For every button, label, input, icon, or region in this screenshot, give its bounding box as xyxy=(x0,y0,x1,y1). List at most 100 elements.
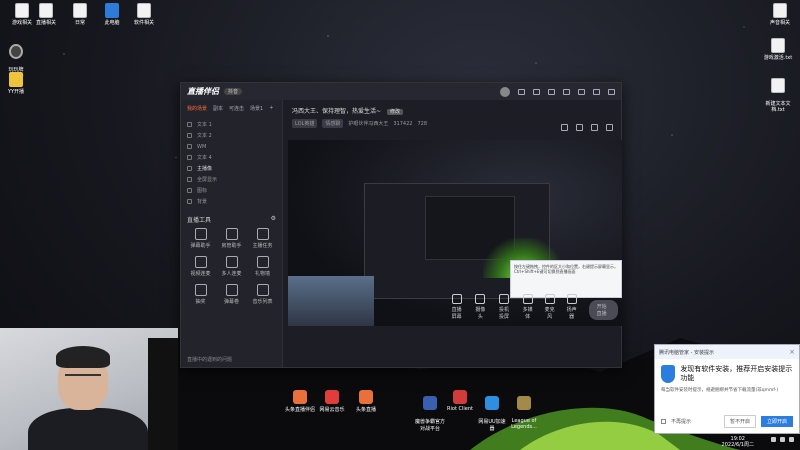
edit-title-button[interactable]: 修改 xyxy=(386,109,403,115)
enable-button[interactable]: 立即开启 xyxy=(760,416,793,427)
tab-scene1[interactable]: 场景1 xyxy=(250,105,263,112)
control-label: 多媒体 xyxy=(522,307,533,320)
record-icon[interactable] xyxy=(576,124,583,131)
eye-icon[interactable] xyxy=(187,133,192,138)
network-icon[interactable] xyxy=(771,437,776,442)
share-icon[interactable] xyxy=(606,124,613,131)
taskbar-app-toutiao-companion[interactable]: 头条直播伴侣 xyxy=(284,390,316,420)
later-button[interactable]: 暂不开启 xyxy=(723,415,756,428)
tool-gift-wall[interactable]: 礼物墙 xyxy=(247,256,278,277)
eye-icon[interactable] xyxy=(187,166,192,171)
start-live-button[interactable]: 开始直播 xyxy=(588,300,618,320)
checkbox-label: 不再提示 xyxy=(671,419,692,425)
desktop-icon-sound[interactable]: 声音相关 xyxy=(760,3,800,26)
list-item[interactable]: WM xyxy=(187,141,276,152)
category-chip[interactable]: LOL英雄 xyxy=(292,119,318,128)
control-label: 扬声器 xyxy=(566,307,577,320)
lock-icon[interactable] xyxy=(591,124,598,131)
dont-remind-checkbox[interactable] xyxy=(661,419,666,424)
tool-video-link[interactable]: 视频连麦 xyxy=(185,256,216,277)
stream-preview[interactable]: 按住左键拖拽，控件的区大小和位置，右键提示屏幕显示，Ctrl+Shift+E键可… xyxy=(288,140,622,326)
gaming-chair xyxy=(148,338,178,450)
speaker-button[interactable]: 扬声器 xyxy=(566,294,577,320)
eye-icon[interactable] xyxy=(187,199,192,204)
viewer-count: 317422 xyxy=(393,120,413,127)
tool-danmaku-helper[interactable]: 弹幕助手 xyxy=(185,228,216,249)
source-label: 图标 xyxy=(197,188,208,194)
eye-icon[interactable] xyxy=(187,144,192,149)
user-avatar[interactable] xyxy=(500,86,510,97)
room-owner: 护眼伙伴冯西大王 xyxy=(348,121,389,127)
message-icon[interactable] xyxy=(518,88,525,95)
app-label: 头条直播 xyxy=(355,407,376,413)
tool-label: 多人连麦 xyxy=(221,271,242,277)
tools-settings-icon[interactable]: ⚙ xyxy=(271,215,276,224)
platform-badge[interactable]: 抖音 xyxy=(224,88,243,95)
list-item[interactable]: 背景 xyxy=(187,196,276,207)
list-item[interactable]: 文本 1 xyxy=(187,119,276,130)
screenshot-icon[interactable] xyxy=(561,124,568,131)
desktop-icon-yy[interactable]: YY开播 xyxy=(0,72,36,95)
volume-icon[interactable] xyxy=(780,437,785,442)
tool-danmaku-roll[interactable]: 弹幕卷 xyxy=(216,284,247,305)
settings-icon[interactable] xyxy=(533,88,540,95)
control-label: 麦克风 xyxy=(544,307,555,320)
tool-room-admin[interactable]: 房管助手 xyxy=(216,228,247,249)
tool-lottery[interactable]: 抽奖 xyxy=(185,284,216,305)
taskbar-app-riot[interactable]: Riot Client xyxy=(444,390,476,420)
notification-icon[interactable] xyxy=(789,437,794,442)
clock-date: 2022/6/1周二 xyxy=(721,442,754,448)
taskbar-app-toutiao-live[interactable]: 头条直播 xyxy=(350,390,382,420)
desktop-icon-new-txt[interactable]: 新建文本文 档.txt xyxy=(758,72,798,113)
list-item[interactable]: 全屏显示 xyxy=(187,174,276,185)
screen-capture-button[interactable]: 直播屏幕 xyxy=(450,294,463,320)
dialog-description: 每当软件安装时提示，规避捆绑并节省下载流量(非qmmf-) xyxy=(661,388,779,393)
help-icon[interactable] xyxy=(548,88,555,95)
taskbar-app-uu[interactable]: 网易UU加速 器 xyxy=(476,390,508,432)
monitor-icon xyxy=(451,294,462,304)
taskbar-app-lol[interactable]: League of Legends... xyxy=(506,390,542,430)
app-label: League of Legends... xyxy=(511,418,537,430)
desktop-icon-activation-txt[interactable]: 游戏激活.txt xyxy=(758,38,798,61)
media-button[interactable]: 多媒体 xyxy=(522,294,533,320)
minimize-icon[interactable] xyxy=(578,88,585,95)
tool-multi-link[interactable]: 多人连麦 xyxy=(216,256,247,277)
eye-icon[interactable] xyxy=(187,122,192,127)
tool-label: 弹幕助手 xyxy=(190,243,211,249)
tools-title: 直播工具 xyxy=(187,217,212,224)
dialog-title: 腾讯电脑管家 - 安装提示 xyxy=(659,349,714,356)
microphone-button[interactable]: 麦克风 xyxy=(544,294,555,320)
maximize-icon[interactable] xyxy=(593,88,600,95)
source-label: 文本 2 xyxy=(197,133,212,139)
close-icon[interactable] xyxy=(608,88,615,95)
desktop-icon-label: 软件相关 xyxy=(133,20,154,26)
list-item[interactable]: 文本 4 xyxy=(187,152,276,163)
desktop-icon-label: YY开播 xyxy=(7,89,25,95)
window-titlebar[interactable]: 直播伴侣 抖音 xyxy=(181,83,621,100)
list-item[interactable]: 主播像 xyxy=(187,163,276,174)
camera-button[interactable]: 摄像头 xyxy=(475,294,485,320)
eye-icon[interactable] xyxy=(187,177,192,182)
dialog-footer: 不再提示 暂不开启 立即开启 xyxy=(661,415,793,428)
taskbar-app-netease-music[interactable]: 网易云音乐 xyxy=(316,390,348,420)
tool-anchor-task[interactable]: 主播任务 xyxy=(247,228,278,249)
desktop-icon-software[interactable]: 软件相关 xyxy=(124,3,164,26)
menu-icon[interactable] xyxy=(563,88,570,95)
help-link[interactable]: 直播中的遇到的问题 xyxy=(187,356,232,363)
tab-copy[interactable]: 副本 xyxy=(213,105,223,112)
eye-icon[interactable] xyxy=(187,188,192,193)
list-item[interactable]: 文本 2 xyxy=(187,130,276,141)
cast-button[interactable]: 投机投屏 xyxy=(497,294,510,320)
status-chip[interactable]: 情感聊 xyxy=(322,119,344,128)
tab-combo[interactable]: 可连击 xyxy=(229,105,244,112)
add-scene-button[interactable]: + xyxy=(269,105,273,112)
tool-music-list[interactable]: 音乐列表 xyxy=(247,284,278,305)
list-item[interactable]: 图标 xyxy=(187,185,276,196)
close-icon[interactable]: × xyxy=(789,348,795,356)
system-clock[interactable]: 19:02 2022/6/1周二 xyxy=(722,436,754,448)
gear-icon xyxy=(9,44,23,59)
eye-icon[interactable] xyxy=(187,155,192,160)
tab-my-scene[interactable]: 我的场景 xyxy=(187,105,207,112)
app-label: 头条直播伴侣 xyxy=(284,407,315,413)
tool-label: 抽奖 xyxy=(195,299,206,305)
